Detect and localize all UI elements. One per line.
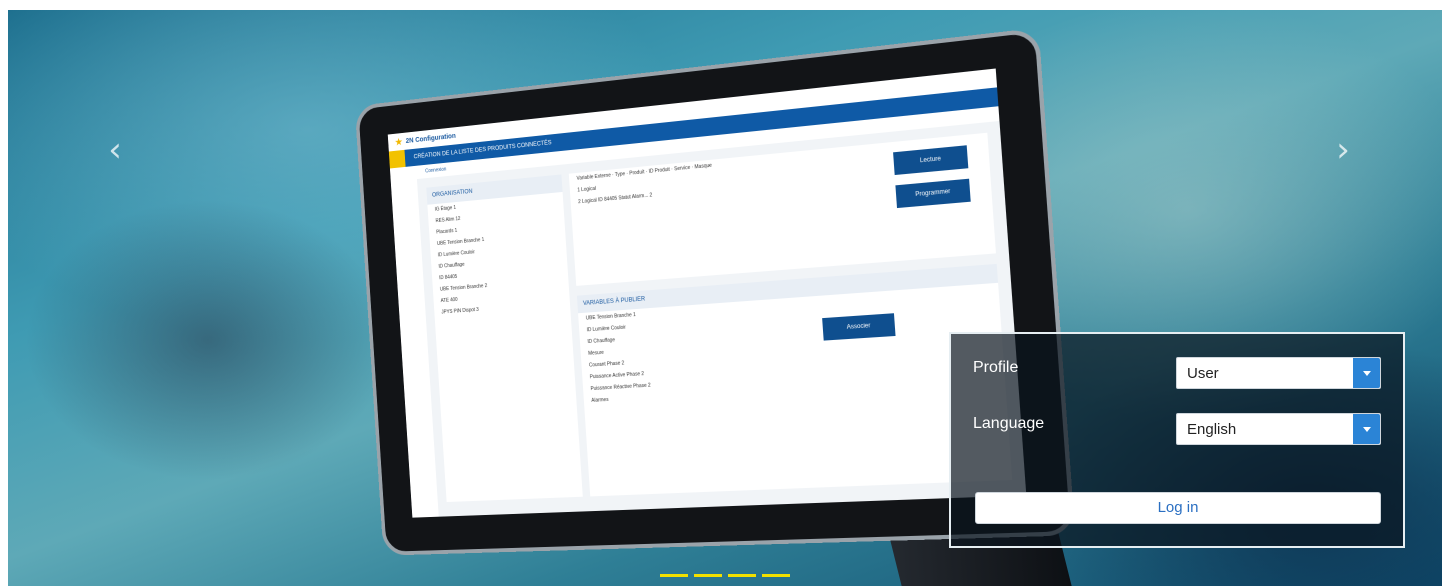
table-cell: 2 bbox=[577, 199, 581, 206]
chevron-down-icon[interactable] bbox=[1353, 414, 1380, 444]
carousel-next-arrow-icon[interactable]: › bbox=[1328, 130, 1358, 170]
associer-button: Associer bbox=[822, 313, 896, 341]
menu-icon bbox=[388, 149, 406, 169]
login-panel: Profile User Language English Log in bbox=[949, 332, 1405, 548]
app-title: 2N Configuration bbox=[405, 132, 456, 145]
organisation-panel: ORGANISATION IG Étage 1 RES Alim 12 Plac… bbox=[426, 174, 583, 503]
profile-label: Profile bbox=[973, 359, 1019, 376]
table-cell: 2 bbox=[649, 192, 653, 199]
carousel-indicator[interactable] bbox=[694, 574, 722, 577]
login-button[interactable]: Log in bbox=[975, 492, 1381, 524]
profile-select-value: User bbox=[1187, 365, 1219, 382]
table-cell: ID bbox=[597, 197, 604, 204]
carousel-prev-arrow-icon[interactable]: ‹ bbox=[100, 130, 130, 170]
language-select-value: English bbox=[1187, 421, 1237, 438]
carousel-indicator[interactable] bbox=[660, 574, 688, 577]
table-header-cell: Masque bbox=[694, 162, 713, 171]
table-header-cell: ID Produit bbox=[648, 166, 671, 175]
table-cell: Statut Alarm... bbox=[618, 192, 649, 202]
language-select[interactable]: English bbox=[1176, 413, 1381, 445]
table-header-cell: Type bbox=[614, 171, 626, 179]
table-cell: Logical bbox=[581, 185, 597, 194]
language-label: Language bbox=[973, 415, 1045, 432]
table-cell: 1 bbox=[577, 187, 581, 194]
table-cell: 84405 bbox=[603, 195, 618, 203]
variables-panel: VARIABLES À PUBLIER UBE Tension Branche … bbox=[576, 263, 1013, 497]
chevron-down-icon[interactable] bbox=[1353, 358, 1380, 388]
profile-select[interactable]: User bbox=[1176, 357, 1381, 389]
table-cell: Logical bbox=[581, 197, 598, 205]
app-logo-icon: ★ bbox=[394, 136, 403, 147]
table-header-cell: Variable Externe bbox=[576, 172, 612, 182]
carousel-indicator[interactable] bbox=[728, 574, 756, 577]
programmer-button: Programmer bbox=[895, 178, 971, 209]
table-header-cell: Produit bbox=[629, 169, 645, 177]
table-header-cell: Service bbox=[673, 164, 691, 173]
tablet-screen: ★ 2N Configuration CRÉATION DE LA LISTE … bbox=[387, 68, 1027, 518]
carousel-indicators bbox=[660, 574, 796, 586]
tablet-image: ★ 2N Configuration CRÉATION DE LA LISTE … bbox=[338, 27, 1076, 586]
carousel-indicator[interactable] bbox=[762, 574, 790, 577]
